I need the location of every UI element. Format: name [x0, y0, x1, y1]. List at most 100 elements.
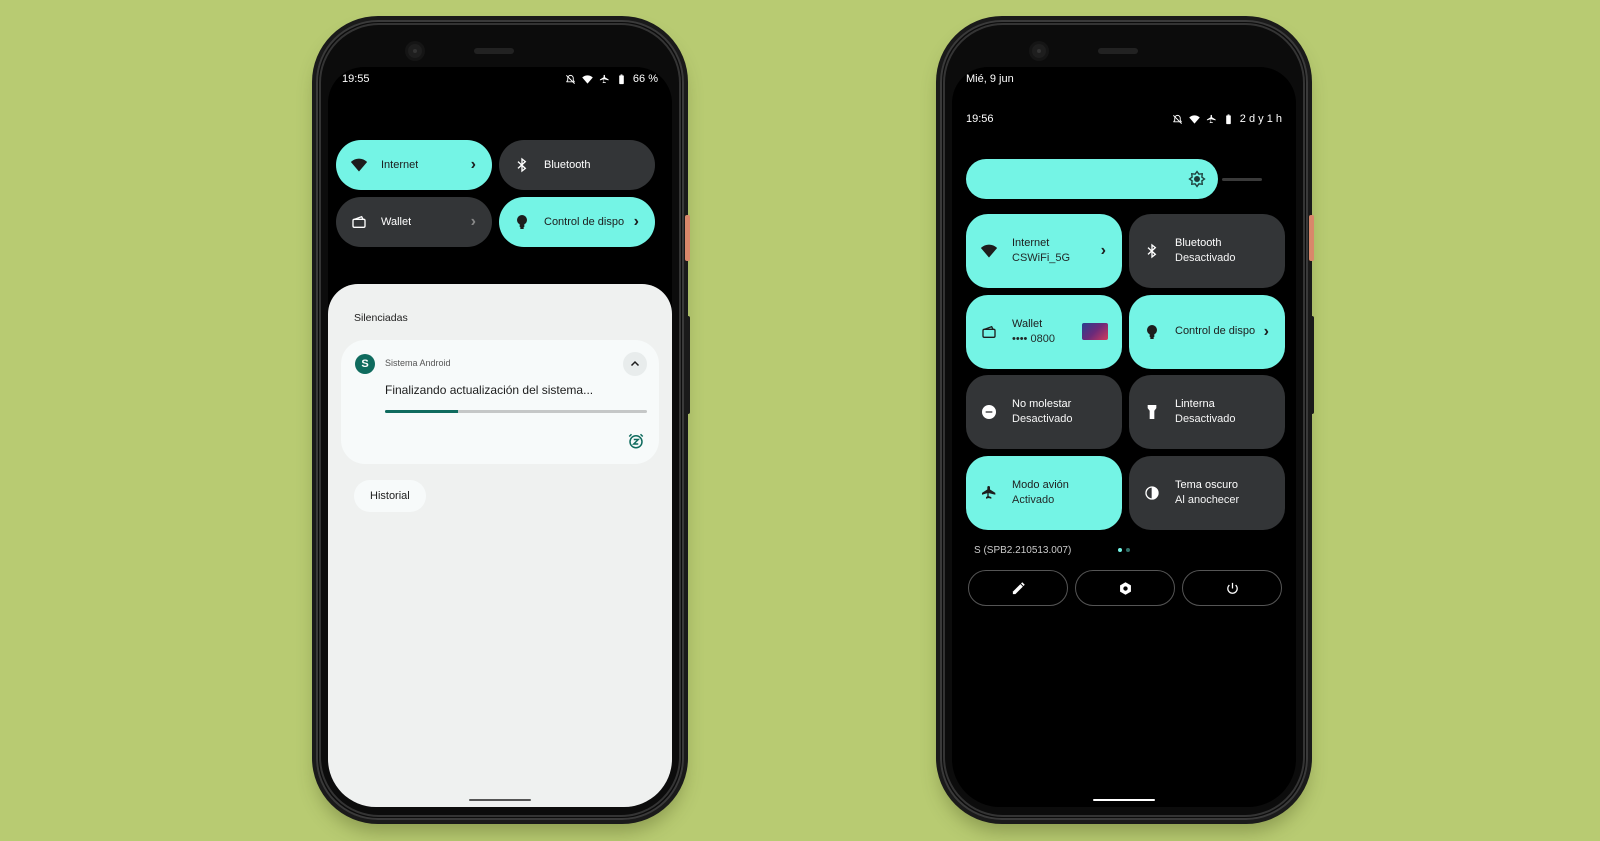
earpiece-speaker	[1098, 48, 1138, 54]
chevron-up-icon	[630, 360, 640, 367]
page-indicator	[1118, 548, 1130, 552]
volume-side-button	[1309, 316, 1314, 414]
tile-wallet[interactable]: Wallet •••• 0800	[966, 294, 1122, 369]
tile-text: Internet CSWiFi_5G	[1012, 236, 1070, 266]
tile-internet[interactable]: Internet CSWiFi_5G ›	[966, 214, 1122, 288]
wallet-icon	[980, 323, 998, 341]
battery-icon	[1223, 114, 1234, 125]
tile-label: Bluetooth	[544, 159, 591, 171]
bluetooth-icon	[513, 156, 531, 174]
lightbulb-icon	[513, 213, 531, 231]
tile-device-control[interactable]: Control de dispo ›	[499, 197, 655, 247]
collapse-button[interactable]	[623, 352, 647, 376]
battery-remaining: 2 d y 1 h	[1239, 113, 1282, 125]
tile-bluetooth[interactable]: Bluetooth Desactivado	[1129, 214, 1285, 288]
front-camera	[408, 44, 422, 58]
brightness-track[interactable]	[1222, 178, 1262, 181]
bluetooth-icon	[1143, 242, 1161, 260]
date: Mié, 9 jun	[966, 73, 1014, 85]
tile-title: Control de dispo	[1175, 325, 1256, 337]
power-menu-button[interactable]	[1182, 570, 1282, 606]
gear-icon	[1119, 581, 1131, 595]
dark-theme-icon	[1143, 484, 1161, 502]
battery-level: 66 %	[632, 73, 658, 85]
status-time: 19:55	[342, 73, 370, 85]
gesture-nav-bar[interactable]	[469, 799, 531, 801]
tile-text: Bluetooth Desactivado	[1175, 236, 1236, 266]
tile-wallet[interactable]: Wallet ›	[336, 197, 492, 247]
pencil-icon	[1012, 581, 1025, 594]
left-screen: 19:55 66 % Internet › Bluetooth Wallet ›	[328, 67, 672, 807]
airplane-icon	[599, 74, 610, 85]
tile-title: Internet	[1012, 237, 1050, 249]
wifi-icon	[1189, 114, 1200, 125]
tile-text: No molestar Desactivado	[1012, 397, 1073, 427]
notification-card[interactable]: S Sistema Android Finalizando actualizac…	[341, 340, 659, 464]
power-side-button	[685, 215, 690, 261]
chevron-right-icon: ›	[1100, 242, 1106, 259]
android-system-icon: S	[355, 354, 375, 374]
tile-title: No molestar	[1012, 398, 1072, 410]
chevron-right-icon: ›	[470, 213, 476, 230]
airplane-icon	[1206, 114, 1217, 125]
flashlight-icon	[1143, 403, 1161, 421]
chevron-right-icon: ›	[470, 156, 476, 173]
edit-button[interactable]	[968, 570, 1068, 606]
tile-bluetooth[interactable]: Bluetooth	[499, 140, 655, 190]
tile-no-molestar[interactable]: No molestar Desactivado	[966, 375, 1122, 449]
status-time: 19:56	[966, 113, 994, 125]
section-title: Silenciadas	[354, 312, 408, 324]
app-name: Sistema Android	[385, 358, 451, 368]
wifi-icon	[350, 156, 368, 174]
chevron-right-icon: ›	[1263, 322, 1269, 340]
right-screen: Mié, 9 jun 19:56 2 d y 1 h Internet CSWiF…	[952, 67, 1296, 807]
tile-label: Internet	[381, 159, 419, 171]
progress-fill	[385, 410, 459, 413]
power-icon	[1226, 582, 1238, 594]
tile-subtitle: Desactivado	[1012, 413, 1073, 425]
tile-label: Control de dispo	[544, 216, 625, 228]
gesture-nav-bar[interactable]	[1093, 799, 1155, 801]
progress-bar	[385, 410, 647, 413]
notification-shade: Silenciadas S Sistema Android Finalizand…	[328, 284, 672, 807]
brightness-slider[interactable]	[966, 159, 1218, 199]
left-phone: 19:55 66 % Internet › Bluetooth Wallet ›	[316, 20, 690, 820]
tile-control-de-dispo[interactable]: Control de dispo ›	[1129, 294, 1285, 369]
tile-subtitle: •••• 0800	[1012, 332, 1055, 345]
tile-text: Tema oscuro Al anochecer	[1175, 478, 1239, 508]
notification-title: Finalizando actualización del sistema...	[385, 383, 594, 397]
tile-internet[interactable]: Internet ›	[336, 140, 492, 190]
tile-modo-avi-n[interactable]: Modo avión Activado	[966, 455, 1122, 530]
tile-title: Wallet	[1012, 317, 1043, 330]
power-side-button	[1309, 215, 1314, 261]
tile-text: Wallet •••• 0800	[1012, 317, 1055, 347]
tile-title: Linterna	[1175, 398, 1215, 410]
history-button[interactable]: Historial	[354, 480, 426, 512]
tile-subtitle: Desactivado	[1175, 413, 1236, 425]
tile-text: Linterna Desactivado	[1175, 397, 1236, 427]
tile-title: Bluetooth	[1175, 237, 1222, 249]
status-bar: 19:55 66 %	[342, 73, 658, 85]
wifi-icon	[582, 74, 593, 85]
battery-icon	[616, 74, 627, 85]
tile-text: Control de dispo	[1175, 324, 1255, 339]
snooze-icon[interactable]	[627, 432, 645, 450]
settings-button[interactable]	[1075, 570, 1175, 606]
wallet-icon	[350, 213, 368, 231]
silent-icon	[1172, 114, 1183, 125]
wifi-icon	[980, 242, 998, 260]
silent-icon	[565, 74, 576, 85]
tile-subtitle: Desactivado	[1175, 252, 1236, 264]
tile-linterna[interactable]: Linterna Desactivado	[1129, 375, 1285, 449]
tile-subtitle: Activado	[1012, 493, 1055, 506]
brightness-icon	[1187, 170, 1206, 188]
tile-label: Wallet	[381, 216, 412, 228]
lightbulb-icon	[1143, 323, 1161, 341]
tile-tema-oscuro[interactable]: Tema oscuro Al anochecer	[1129, 455, 1285, 530]
chevron-right-icon: ›	[633, 213, 639, 230]
right-phone: Mié, 9 jun 19:56 2 d y 1 h Internet CSWiF…	[940, 20, 1314, 820]
do-not-disturb-icon	[980, 403, 998, 421]
tile-text: Modo avión Activado	[1012, 478, 1069, 508]
page-dot-active	[1118, 548, 1122, 552]
airplane-icon	[980, 484, 998, 502]
